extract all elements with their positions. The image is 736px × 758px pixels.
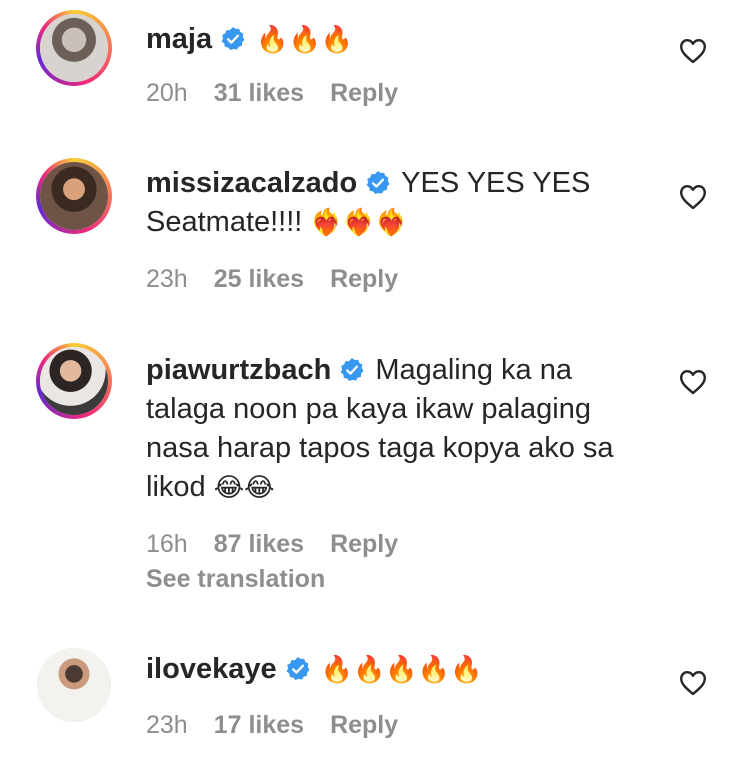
see-translation-link[interactable]: See translation [146,565,325,594]
reply-button[interactable]: Reply [330,265,398,294]
heart-outline-icon[interactable] [679,184,707,210]
verified-badge-icon [285,656,311,682]
comment-time: 20h [146,79,188,107]
reply-button[interactable]: Reply [330,711,398,740]
avatar-story-ring[interactable] [36,343,112,419]
avatar-story-ring[interactable] [36,10,112,86]
verified-badge-icon [365,170,391,196]
comment-text: missizacalzado YES YES YES Seatmate!!!! ❤… [146,164,626,242]
comment-username[interactable]: ilovekaye [146,653,277,685]
likes-count[interactable]: 17 likes [214,711,304,740]
comment-time: 23h [146,265,188,293]
comment-meta: 16h 87 likes Reply [146,530,398,559]
comment-text: maja 🔥🔥🔥 [146,20,626,59]
comment-time: 23h [146,711,188,739]
comment-time: 16h [146,530,188,558]
verified-badge-icon [339,357,365,383]
heart-outline-icon[interactable] [679,670,707,696]
comment-username[interactable]: maja [146,23,212,55]
avatar-story-ring[interactable] [36,158,112,234]
reply-button[interactable]: Reply [330,530,398,559]
comment-meta: 23h 17 likes Reply [146,711,398,740]
avatar[interactable] [40,347,108,415]
avatar[interactable] [40,162,108,230]
verified-badge-icon [220,26,246,52]
comment-emoji: 🔥🔥🔥🔥🔥 [320,654,483,684]
heart-outline-icon[interactable] [679,369,707,395]
comment-text: ilovekaye 🔥🔥🔥🔥🔥 [146,650,626,689]
comment-emoji: 😂😂 [213,472,275,502]
comment-emoji: 🔥🔥🔥 [256,24,354,54]
heart-outline-icon[interactable] [679,38,707,64]
avatar-border[interactable] [37,648,111,722]
avatar[interactable] [40,14,108,82]
comment-meta: 23h 25 likes Reply [146,265,398,294]
likes-count[interactable]: 25 likes [214,265,304,294]
reply-button[interactable]: Reply [330,79,398,108]
likes-count[interactable]: 31 likes [214,79,304,108]
comment-username[interactable]: missizacalzado [146,167,357,199]
comment-username[interactable]: piawurtzbach [146,354,331,386]
comment-meta: 20h 31 likes Reply [146,79,398,108]
comment-emoji: ❤️‍🔥❤️‍🔥❤️‍🔥 [310,207,408,237]
avatar[interactable] [37,648,111,722]
likes-count[interactable]: 87 likes [214,530,304,559]
comment-text: piawurtzbach Magaling ka na talaga noon p… [146,351,626,507]
